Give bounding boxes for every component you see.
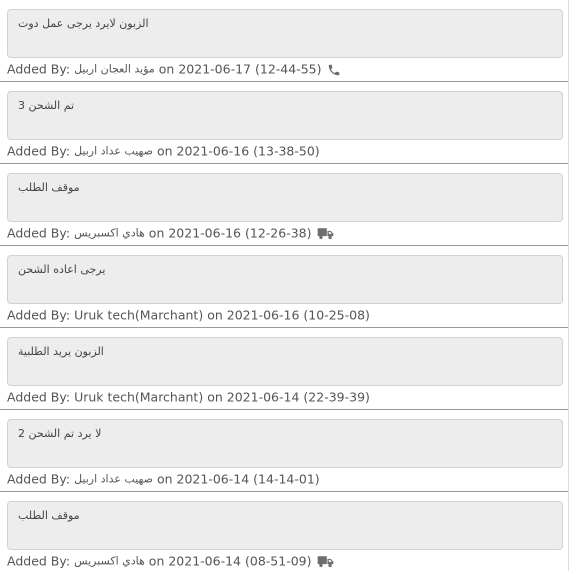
phone-icon	[327, 63, 343, 77]
on-label: on	[148, 225, 165, 241]
comment-entry: موقف الطلب Added By: هادي اكسبريس on 202…	[0, 492, 568, 574]
comment-meta: Added By: هادي اكسبريس on 2021-06-16 (12…	[7, 225, 334, 241]
comment-textarea[interactable]: موقف الطلب	[7, 173, 563, 222]
on-label: on	[156, 143, 173, 159]
comment-author: Uruk tech(Marchant)	[74, 389, 204, 405]
comment-textarea[interactable]: موقف الطلب	[7, 501, 563, 550]
comment-author: مؤيد العجان اربيل	[74, 62, 155, 76]
comment-author: Uruk tech(Marchant)	[74, 307, 204, 323]
comment-text: موقف الطلب	[18, 509, 80, 522]
comments-panel: الزبون لايرد يرجى عمل دوت Added By: مؤيد…	[0, 0, 569, 571]
comment-date: 2021-06-14	[168, 553, 242, 569]
comment-date: 2021-06-14	[176, 471, 250, 487]
on-label: on	[148, 553, 165, 569]
comment-author: صهيب عداد اربيل	[74, 144, 153, 158]
comment-date: 2021-06-16	[226, 307, 300, 323]
on-label: on	[156, 471, 173, 487]
comment-text: الزبون يريد الطلبية	[18, 345, 104, 358]
added-by-label: Added By:	[7, 225, 71, 241]
comment-meta: Added By: Uruk tech(Marchant) on 2021-06…	[7, 389, 370, 405]
added-by-label: Added By:	[7, 553, 71, 569]
comment-entry: لا يرد تم الشحن 2 Added By: صهيب عداد ار…	[0, 410, 568, 492]
comment-author: هادي اكسبريس	[74, 554, 145, 568]
comment-date: 2021-06-16	[176, 143, 250, 159]
comment-text: تم الشحن 3	[18, 99, 75, 112]
comment-date: 2021-06-17	[178, 61, 251, 77]
comment-time: (14-14-01)	[253, 471, 320, 487]
comment-meta: Added By: صهيب عداد اربيل on 2021-06-14 …	[7, 471, 320, 487]
comment-text: لا يرد تم الشحن 2	[18, 427, 102, 440]
added-by-label: Added By:	[7, 143, 71, 159]
comment-entry: الزبون لايرد يرجى عمل دوت Added By: مؤيد…	[0, 0, 568, 82]
comment-author: هادي اكسبريس	[74, 226, 145, 240]
on-label: on	[158, 61, 175, 77]
comment-meta: Added By: صهيب عداد اربيل on 2021-06-16 …	[7, 143, 320, 159]
comment-entry: تم الشحن 3 Added By: صهيب عداد اربيل on …	[0, 82, 568, 164]
comment-textarea[interactable]: الزبون يريد الطلبية	[7, 337, 563, 386]
comment-text: موقف الطلب	[18, 181, 80, 194]
comment-time: (12-44-55)	[254, 61, 322, 77]
comment-time: (12-26-38)	[245, 225, 312, 241]
comment-time: (10-25-08)	[303, 307, 370, 323]
comment-time: (08-51-09)	[245, 553, 312, 569]
added-by-label: Added By:	[7, 389, 71, 405]
comment-text: يرجى اعاده الشحن	[18, 263, 106, 276]
comment-meta: Added By: هادي اكسبريس on 2021-06-14 (08…	[7, 553, 334, 569]
comment-entry: يرجى اعاده الشحن Added By: Uruk tech(Mar…	[0, 246, 568, 328]
comment-time: (13-38-50)	[253, 143, 320, 159]
truck-icon	[317, 227, 334, 241]
comment-date: 2021-06-14	[226, 389, 300, 405]
comment-meta: Added By: Uruk tech(Marchant) on 2021-06…	[7, 307, 370, 323]
added-by-label: Added By:	[7, 307, 71, 323]
comment-textarea[interactable]: لا يرد تم الشحن 2	[7, 419, 563, 468]
comment-meta: Added By: مؤيد العجان اربيل on 2021-06-1…	[7, 61, 343, 77]
comment-entry: الزبون يريد الطلبية Added By: Uruk tech(…	[0, 328, 568, 410]
on-label: on	[207, 389, 223, 405]
truck-icon	[317, 555, 334, 569]
added-by-label: Added By:	[7, 471, 71, 487]
comment-time: (22-39-39)	[303, 389, 370, 405]
comment-date: 2021-06-16	[168, 225, 242, 241]
comment-entry: موقف الطلب Added By: هادي اكسبريس on 202…	[0, 164, 568, 246]
comment-author: صهيب عداد اربيل	[74, 472, 153, 486]
comment-textarea[interactable]: الزبون لايرد يرجى عمل دوت	[7, 9, 563, 58]
on-label: on	[207, 307, 223, 323]
comment-textarea[interactable]: تم الشحن 3	[7, 91, 563, 140]
comment-textarea[interactable]: يرجى اعاده الشحن	[7, 255, 563, 304]
added-by-label: Added By:	[7, 61, 71, 77]
comment-text: الزبون لايرد يرجى عمل دوت	[18, 17, 149, 30]
